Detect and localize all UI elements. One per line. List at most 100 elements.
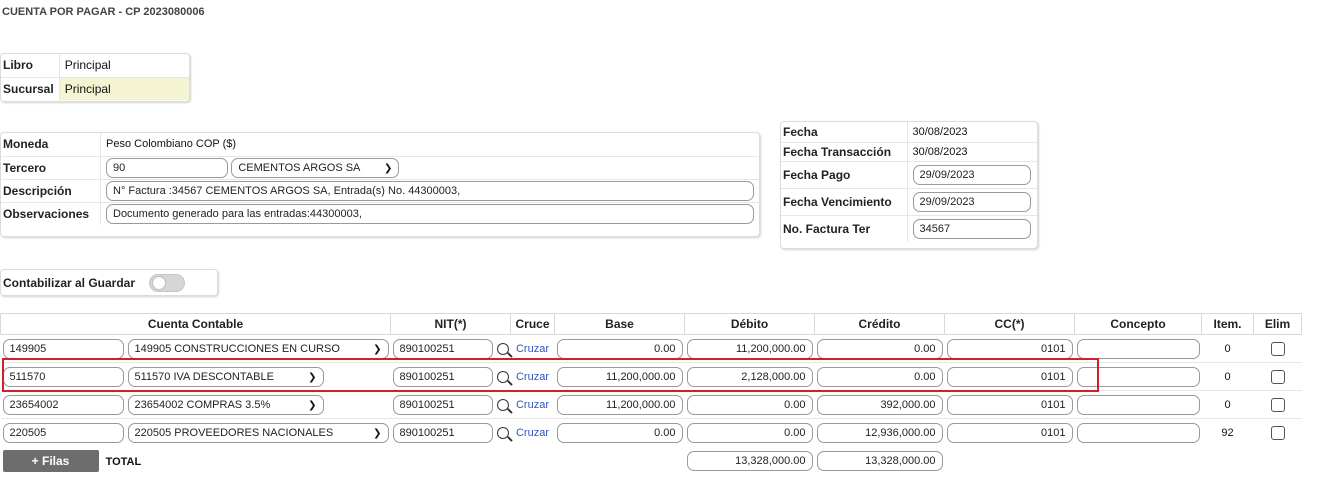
delete-checkbox[interactable] [1270,369,1285,384]
account-code-input[interactable]: 23654002 [2,394,124,415]
sucursal-label: Sucursal [1,76,60,100]
accounts-grid: Cuenta Contable NIT(*) Cruce Base Débito… [0,313,1302,475]
dates-panel: Fecha 30/08/2023 Fecha Transacción 30/08… [780,121,1038,249]
moneda-value: Peso Colombiano COP ($) [100,133,759,156]
credito-input[interactable]: 12,936,000.00 [816,422,943,443]
account-select[interactable]: 149905 CONSTRUCCIONES EN CURSO ❯ [127,338,389,359]
contabilizar-row: Contabilizar al Guardar [0,269,218,296]
header-cc: CC(*) [944,313,1075,335]
cruzar-link[interactable]: Cruzar [516,371,549,383]
concepto-input[interactable] [1076,394,1200,415]
delete-checkbox[interactable] [1270,341,1285,356]
header-base: Base [554,313,685,335]
account-select[interactable]: 23654002 COMPRAS 3.5% ❯ [127,394,324,415]
factura-input[interactable]: 34567 [912,218,1031,239]
observaciones-input[interactable]: Documento generado para las entradas:443… [106,203,754,224]
moneda-label: Moneda [3,137,49,152]
search-icon[interactable] [496,426,509,439]
item-value: 0 [1201,362,1254,391]
search-icon[interactable] [496,370,509,383]
account-code-input[interactable]: 149905 [2,338,124,359]
account-select-label: 149905 CONSTRUCCIONES EN CURSO [134,342,340,355]
factura-label: No. Factura Ter [781,214,907,242]
credito-input[interactable]: 0.00 [816,338,943,359]
tercero-name: CEMENTOS ARGOS SA [238,161,361,174]
total-label: TOTAL [105,455,142,468]
fecha-value: 30/08/2023 [906,122,1037,142]
cruzar-link[interactable]: Cruzar [516,343,549,355]
account-select-label: 23654002 COMPRAS 3.5% [134,398,271,411]
fecha-vencimiento-input[interactable]: 29/09/2023 [912,191,1031,212]
table-row: 23654002 23654002 COMPRAS 3.5% ❯ 89010025… [0,390,1302,419]
fecha-transaccion-value: 30/08/2023 [906,141,1037,161]
header-nit: NIT(*) [390,313,511,335]
fecha-pago-label: Fecha Pago [781,160,907,188]
nit-input[interactable]: 890100251 [392,394,493,415]
cruzar-link[interactable]: Cruzar [516,427,549,439]
credito-input[interactable]: 392,000.00 [816,394,943,415]
chevron-down-icon: ❯ [383,162,393,174]
add-rows-button[interactable]: + Filas [2,449,99,472]
account-select-label: 220505 PROVEEDORES NACIONALES [134,426,334,439]
cc-input[interactable]: 0101 [946,422,1073,443]
tercero-code-input[interactable]: 90 [106,157,228,178]
header-concepto: Concepto [1074,313,1202,335]
base-input[interactable]: 0.00 [556,422,683,443]
cc-input[interactable]: 0101 [946,394,1073,415]
contabilizar-label: Contabilizar al Guardar [3,275,136,290]
fecha-transaccion-label: Fecha Transacción [781,141,907,161]
fecha-label: Fecha [783,124,818,139]
table-row: 149905 149905 CONSTRUCCIONES EN CURSO ❯ 8… [0,334,1302,363]
delete-checkbox[interactable] [1270,425,1285,440]
account-select[interactable]: 511570 IVA DESCONTABLE ❯ [127,366,324,387]
base-input[interactable]: 0.00 [556,338,683,359]
base-input[interactable]: 11,200,000.00 [556,366,683,387]
sucursal-value: Principal [58,76,189,100]
nit-input[interactable]: 890100251 [392,338,493,359]
debito-input[interactable]: 11,200,000.00 [686,338,813,359]
cc-input[interactable]: 0101 [946,366,1073,387]
item-value: 0 [1201,334,1254,363]
chevron-down-icon: ❯ [373,427,382,439]
header-item: Item. [1201,313,1254,335]
search-icon[interactable] [496,398,509,411]
chevron-down-icon: ❯ [308,399,317,411]
descripcion-input[interactable]: N° Factura :34567 CEMENTOS ARGOS SA, Ent… [106,180,754,201]
observaciones-label: Observaciones [1,201,101,225]
contabilizar-toggle[interactable] [149,273,186,292]
table-row: 511570 511570 IVA DESCONTABLE ❯ 890100251… [0,362,1302,391]
table-row: 220505 220505 PROVEEDORES NACIONALES ❯ 89… [0,418,1302,447]
concepto-input[interactable] [1076,338,1200,359]
page-title: CUENTA POR PAGAR - CP 2023080006 [2,6,205,18]
total-row: + Filas TOTAL 13,328,000.00 13,328,000.0… [1,447,1302,475]
fecha-vencimiento-label: Fecha Vencimiento [781,187,907,215]
debito-input[interactable]: 2,128,000.00 [686,366,813,387]
nit-input[interactable]: 890100251 [392,366,493,387]
chevron-down-icon: ❯ [308,371,317,383]
debito-input[interactable]: 0.00 [686,422,813,443]
cc-input[interactable]: 0101 [946,338,1073,359]
concepto-input[interactable] [1076,422,1200,443]
debito-input[interactable]: 0.00 [686,394,813,415]
header-debito: Débito [684,313,815,335]
account-select[interactable]: 220505 PROVEEDORES NACIONALES ❯ [127,422,389,443]
fecha-pago-input[interactable]: 29/09/2023 [912,164,1031,185]
account-code-input[interactable]: 511570 [2,366,124,387]
descripcion-label: Descripción [1,178,101,202]
header-elim: Elim [1253,313,1302,335]
chevron-down-icon: ❯ [373,343,382,355]
info-panel: Moneda Peso Colombiano COP ($) Tercero 9… [0,132,760,237]
tercero-select[interactable]: CEMENTOS ARGOS SA ❯ [231,157,400,178]
total-credito: 13,328,000.00 [816,450,943,471]
base-input[interactable]: 11,200,000.00 [556,394,683,415]
concepto-input[interactable] [1076,366,1200,387]
account-code-input[interactable]: 220505 [2,422,124,443]
total-debito: 13,328,000.00 [686,450,813,471]
delete-checkbox[interactable] [1270,397,1285,412]
credito-input[interactable]: 0.00 [816,366,943,387]
header-cuenta-contable: Cuenta Contable [0,313,391,335]
cruzar-link[interactable]: Cruzar [516,399,549,411]
header-credito: Crédito [814,313,945,335]
search-icon[interactable] [496,342,509,355]
nit-input[interactable]: 890100251 [392,422,493,443]
